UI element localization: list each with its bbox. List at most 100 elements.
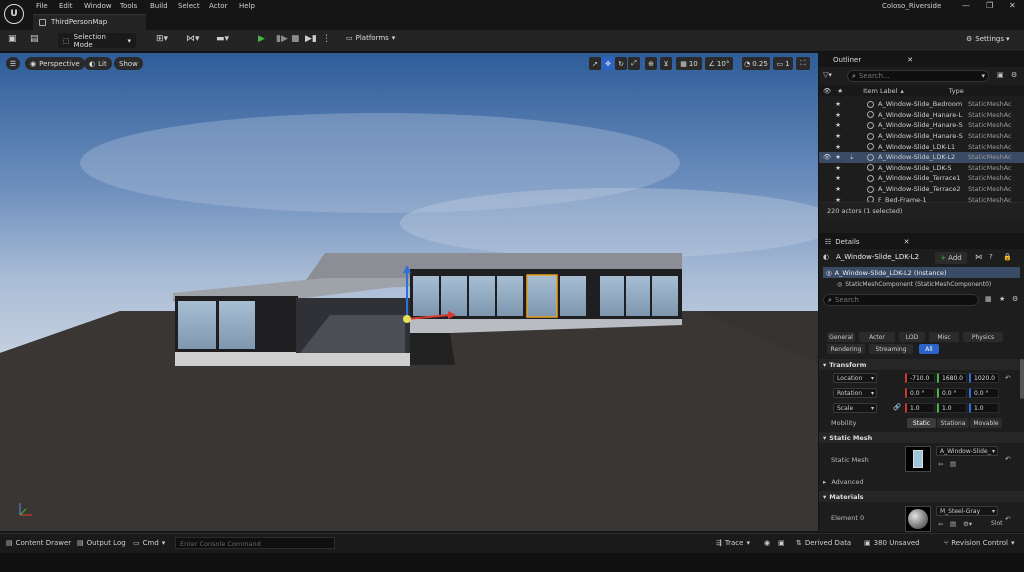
close-icon[interactable]: ✕ xyxy=(904,238,910,246)
use-selected-icon[interactable]: ⇦ xyxy=(938,460,943,468)
record-icon[interactable]: ◉ xyxy=(764,539,770,547)
details-settings-icon[interactable]: ⚙ xyxy=(1012,295,1018,303)
menu-select[interactable]: Select xyxy=(178,2,200,10)
minimize-button[interactable]: — xyxy=(962,1,970,10)
star-icon[interactable]: ★ xyxy=(831,174,845,182)
step-icon[interactable]: ▮▶ xyxy=(276,34,288,44)
platforms-dropdown[interactable]: ▭ Platforms ▾ xyxy=(346,34,395,42)
maximize-button[interactable]: ❐ xyxy=(986,1,993,10)
menu-actor[interactable]: Actor xyxy=(209,2,227,10)
revision-control-button[interactable]: ⑂ Revision Control ▾ xyxy=(944,539,1015,547)
mesh-thumbnail[interactable] xyxy=(905,446,931,472)
mobility-stationary[interactable]: Stationa xyxy=(937,418,969,428)
browse-asset-icon[interactable]: ▤ xyxy=(950,460,956,468)
scale-snap-toggle[interactable]: ◔ 0.25 xyxy=(742,57,770,70)
rotation-z[interactable]: 0.0 ° xyxy=(969,388,999,398)
star-icon[interactable]: ★ xyxy=(831,153,845,161)
select-tool-icon[interactable]: ➚ xyxy=(589,57,601,70)
grid-snap-toggle[interactable]: ▦ 10 xyxy=(676,57,702,70)
scale-z[interactable]: 1.0 xyxy=(969,403,999,413)
outliner-row[interactable]: ★ A_Window-Slide_Hanare-L StaticMeshAc xyxy=(819,110,1024,121)
unsaved-button[interactable]: ▣ 380 Unsaved xyxy=(864,539,920,547)
cinematics-icon[interactable]: ▬▾ xyxy=(216,34,229,44)
star-icon[interactable]: ★ xyxy=(831,111,845,119)
scale-tool-icon[interactable]: ⤢ xyxy=(628,57,640,70)
console-command-input[interactable]: Enter Console Command xyxy=(175,537,335,549)
outliner-row[interactable]: ★ A_Window-Slide_Terrace2 StaticMeshAc xyxy=(819,184,1024,195)
reset-location-icon[interactable]: ↶ xyxy=(1005,374,1010,382)
scale-dropdown[interactable]: Scale ▾ xyxy=(833,403,877,413)
static-mesh-section[interactable]: ▾ Static Mesh xyxy=(819,432,1024,443)
material-options-icon[interactable]: ⚙▾ xyxy=(963,520,972,528)
content-drawer-button[interactable]: ▤ Content Drawer xyxy=(6,539,71,547)
transform-section[interactable]: ▾ Transform xyxy=(819,359,1024,370)
filter-chip-misc[interactable]: Misc xyxy=(929,332,959,342)
grid-view-icon[interactable]: ▦ xyxy=(985,295,992,303)
gizmo-center[interactable] xyxy=(403,315,411,323)
location-dropdown[interactable]: Location ▾ xyxy=(833,373,877,383)
menu-tools[interactable]: Tools xyxy=(120,2,137,10)
star-icon[interactable]: ★ xyxy=(831,132,845,140)
save-icon[interactable]: ▣ xyxy=(8,34,17,44)
outliner-row[interactable]: ★ F_Bed-Frame-1 StaticMeshAc xyxy=(819,194,1024,202)
outliner-row[interactable]: ★ A_Window-Slide_LDK-L1 StaticMeshAc xyxy=(819,141,1024,152)
reset-material-icon[interactable]: ↶ xyxy=(1005,515,1010,523)
selection-mode-dropdown[interactable]: ⬚ Selection Mode ▾ xyxy=(58,33,136,49)
outliner-row[interactable]: ★ A_Window-Slide_Terrace1 StaticMeshAc xyxy=(819,173,1024,184)
component-row[interactable]: ◎ StaticMeshComponent (StaticMeshCompone… xyxy=(819,278,1024,290)
reset-mesh-icon[interactable]: ↶ xyxy=(1005,455,1010,463)
level-viewport[interactable]: ☰ ◉ Perspective ◐ Lit Show ➚ ✥ ↻ ⤢ ⊕ ⊻ ▦… xyxy=(0,53,818,531)
outliner-row[interactable]: ★ A_Window-Slide_Hanare-S StaticMeshAc xyxy=(819,131,1024,142)
filter-chip-all[interactable]: All xyxy=(919,344,939,354)
menu-edit[interactable]: Edit xyxy=(59,2,73,10)
outliner-settings-icon[interactable]: ⚙ xyxy=(1011,71,1017,79)
world-local-icon[interactable]: ⊕ xyxy=(645,57,657,70)
add-folder-icon[interactable]: ▣ xyxy=(997,71,1004,79)
material-dropdown[interactable]: M_Steel-Gray ▾ xyxy=(936,506,998,516)
scale-x[interactable]: 1.0 xyxy=(905,403,935,413)
lock-icon[interactable]: 🔒 xyxy=(1003,253,1012,261)
derived-data-button[interactable]: ⇅ Derived Data xyxy=(796,539,851,547)
browse-asset-icon[interactable]: ▤ xyxy=(950,520,956,528)
more-options-icon[interactable]: ⋮ xyxy=(322,34,331,44)
close-window-button[interactable]: ✕ xyxy=(1009,1,1016,10)
star-icon[interactable]: ★ xyxy=(831,185,845,193)
filter-chip-actor[interactable]: Actor xyxy=(859,332,895,342)
blueprint-convert-icon[interactable]: ⋈ xyxy=(975,253,982,261)
rotation-x[interactable]: 0.0 ° xyxy=(905,388,935,398)
filter-chip-streaming[interactable]: Streaming xyxy=(869,344,913,354)
outliner-row[interactable]: ★ A_Window-Slide_Hanare-S StaticMeshAc xyxy=(819,120,1024,131)
star-icon[interactable]: ★ xyxy=(831,196,845,202)
settings-button[interactable]: ⚙ Settings ▾ xyxy=(966,35,1010,43)
play-icon[interactable]: ▶ xyxy=(258,34,265,44)
output-log-button[interactable]: ▤ Output Log xyxy=(77,539,126,547)
camera-capture-icon[interactable]: ▣ xyxy=(778,539,785,547)
menu-window[interactable]: Window xyxy=(84,2,112,10)
filter-icon[interactable]: ▽▾ xyxy=(823,71,832,79)
surface-snap-icon[interactable]: ⊻ xyxy=(660,57,672,70)
close-icon[interactable]: ✕ xyxy=(907,56,913,64)
outliner-search-input[interactable]: ⌕ Search... ▾ xyxy=(847,70,989,82)
scale-y[interactable]: 1.0 xyxy=(937,403,967,413)
star-icon[interactable]: ★ xyxy=(831,143,845,151)
viewport-menu-icon[interactable]: ☰ xyxy=(6,57,20,70)
maximize-viewport-icon[interactable]: ⛶ xyxy=(796,57,810,70)
browse-icon[interactable]: ▤ xyxy=(30,34,39,44)
add-component-button[interactable]: + Add xyxy=(935,252,967,264)
static-mesh-dropdown[interactable]: A_Window-Slide_ ▾ xyxy=(936,446,998,456)
selected-window[interactable] xyxy=(526,274,558,318)
show-button[interactable]: Show xyxy=(114,57,143,70)
rotation-snap-toggle[interactable]: ∠ 10° xyxy=(705,57,733,70)
instance-row[interactable]: ◎ A_Window-Slide_LDK-L2 (Instance) xyxy=(823,267,1020,278)
eject-icon[interactable]: ▶▮ xyxy=(305,34,317,44)
blueprint-icon[interactable]: ⋈▾ xyxy=(186,34,200,44)
star-icon[interactable]: ★ xyxy=(831,121,845,129)
rotate-tool-icon[interactable]: ↻ xyxy=(615,57,627,70)
filter-chip-general[interactable]: General xyxy=(827,332,855,342)
rotation-dropdown[interactable]: Rotation ▾ xyxy=(833,388,877,398)
star-icon[interactable]: ★ xyxy=(831,164,845,172)
mobility-movable[interactable]: Movable xyxy=(970,418,1002,428)
mobility-static[interactable]: Static xyxy=(907,418,936,428)
filter-chip-physics[interactable]: Physics xyxy=(963,332,1003,342)
tab-map[interactable]: ThirdPersonMap xyxy=(33,14,146,30)
